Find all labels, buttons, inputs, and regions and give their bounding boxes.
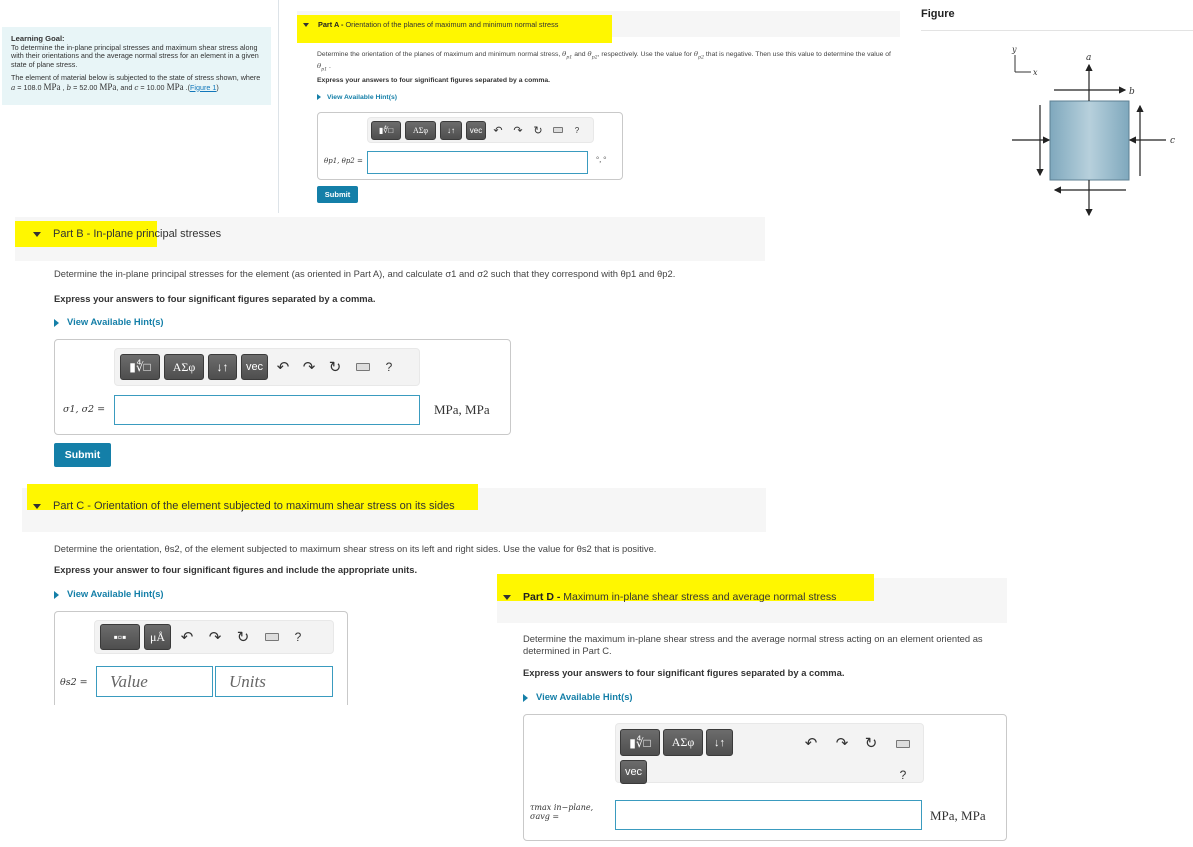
figure-title: Figure: [921, 8, 955, 20]
label-a: a: [1086, 53, 1091, 63]
part-c-answer-label: θs2 =: [60, 677, 88, 688]
reset-icon[interactable]: ↻: [863, 734, 879, 752]
part-b-answer-label: σ1, σ2 =: [63, 404, 106, 415]
part-b-submit-button[interactable]: Submit: [54, 443, 111, 467]
greek-button[interactable]: ΑΣφ: [405, 120, 436, 140]
part-a-question: Determine the orientation of the planes …: [317, 50, 891, 73]
collapse-triangle-icon: [33, 503, 41, 509]
help-icon[interactable]: ?: [897, 768, 909, 782]
help-icon[interactable]: ?: [289, 630, 307, 644]
arrows-button[interactable]: ↓↑: [440, 120, 462, 140]
collapse-triangle-icon: [303, 23, 309, 28]
learning-goal-panel: Learning Goal: To determine the in-plane…: [2, 27, 271, 105]
part-d-answer-label: τmax in−plane, σavg =: [530, 803, 594, 821]
keyboard-icon[interactable]: [350, 363, 376, 371]
part-d-math-toolbar: ▮∜□ ΑΣφ ↓↑ vec ↶ ↷ ↻ ?: [615, 723, 924, 784]
label-b: b: [1129, 87, 1135, 97]
part-c-units-toolbar: ▪▫▪ μÅ ↶ ↷ ↻ ?: [94, 620, 334, 654]
part-a-hint-link[interactable]: View Available Hint(s): [317, 94, 397, 101]
units-button[interactable]: μÅ: [144, 624, 171, 650]
redo-icon[interactable]: ↷: [510, 124, 526, 137]
part-b-hint-link[interactable]: View Available Hint(s): [54, 316, 164, 327]
expand-arrow-icon: [54, 318, 59, 327]
part-a-math-toolbar: ▮∜□ ΑΣφ ↓↑ vec ↶ ↷ ↻ ?: [367, 117, 594, 143]
given-values: The element of material below is subject…: [11, 72, 261, 92]
redo-icon[interactable]: ↷: [298, 358, 320, 376]
part-b-math-toolbar: ▮∜□ ΑΣφ ↓↑ vec ↶ ↷ ↻ ?: [114, 348, 420, 386]
expand-arrow-icon: [523, 693, 528, 702]
stress-element-figure: y x a b c: [1011, 45, 1175, 217]
axis-x-label: x: [1033, 68, 1038, 77]
vec-button[interactable]: vec: [620, 760, 647, 784]
collapse-triangle-icon: [503, 594, 511, 600]
column-divider: [278, 0, 279, 213]
part-c-units-input[interactable]: Units: [215, 666, 333, 697]
arrows-button[interactable]: ↓↑: [208, 354, 237, 380]
undo-icon[interactable]: ↶: [803, 734, 819, 752]
part-b-instruction: Express your answers to four significant…: [54, 293, 376, 304]
undo-icon[interactable]: ↶: [272, 358, 294, 376]
keyboard-icon[interactable]: [550, 127, 566, 133]
redo-icon[interactable]: ↷: [834, 734, 850, 752]
part-d-units: MPa, MPa: [930, 808, 986, 823]
part-a-instruction: Express your answers to four significant…: [317, 77, 551, 84]
arrows-button[interactable]: ↓↑: [706, 729, 733, 756]
part-c-value-input[interactable]: Value: [96, 666, 213, 697]
undo-icon[interactable]: ↶: [175, 628, 199, 646]
keyboard-icon[interactable]: [259, 633, 285, 641]
vec-button[interactable]: vec: [241, 354, 268, 380]
help-icon[interactable]: ?: [380, 360, 398, 374]
part-b-answer-input[interactable]: [114, 395, 420, 425]
expand-arrow-icon: [54, 590, 59, 599]
axis-y-label: y: [1011, 45, 1017, 54]
part-c-question: Determine the orientation, θs2, of the e…: [54, 543, 657, 554]
part-d-hint-link[interactable]: View Available Hint(s): [523, 691, 633, 702]
keyboard-icon[interactable]: [894, 740, 912, 748]
label-c: c: [1170, 136, 1175, 146]
figure-link[interactable]: Figure 1: [190, 83, 216, 92]
reset-icon[interactable]: ↻: [530, 124, 546, 137]
part-c-hint-link[interactable]: View Available Hint(s): [54, 588, 164, 599]
part-c-header[interactable]: Part C - Orientation of the element subj…: [33, 500, 455, 512]
units-templates-button[interactable]: ▪▫▪: [100, 624, 140, 650]
part-d-question: Determine the maximum in-plane shear str…: [523, 633, 983, 656]
redo-icon[interactable]: ↷: [203, 628, 227, 646]
help-icon[interactable]: ?: [570, 126, 584, 135]
axes-icon: [1014, 55, 1031, 73]
stress-element: [1049, 100, 1130, 181]
part-a-header[interactable]: Part A - Orientation of the planes of ma…: [303, 20, 558, 29]
part-b-question: Determine the in-plane principal stresse…: [54, 268, 676, 279]
part-d-instruction: Express your answers to four significant…: [523, 667, 845, 678]
part-c-instruction: Express your answer to four significant …: [54, 564, 418, 575]
part-d-header[interactable]: Part D - Maximum in-plane shear stress a…: [503, 591, 836, 603]
collapse-triangle-icon: [33, 231, 41, 237]
learning-goal-text: To determine the in-plane principal stre…: [11, 42, 259, 70]
greek-button[interactable]: ΑΣφ: [663, 729, 703, 756]
part-d-answer-input[interactable]: [615, 800, 922, 830]
templates-button[interactable]: ▮∜□: [120, 354, 160, 380]
part-b-units: MPa, MPa: [434, 402, 490, 417]
part-a-answer-label: θp1, θp2 =: [324, 157, 363, 165]
reset-icon[interactable]: ↻: [324, 358, 346, 376]
vec-button[interactable]: vec: [466, 120, 486, 140]
expand-arrow-icon: [317, 94, 321, 101]
part-b-header[interactable]: Part B - In-plane principal stresses: [33, 228, 221, 240]
part-a-units: °, °: [596, 155, 607, 164]
part-a-answer-input[interactable]: [367, 151, 588, 174]
undo-icon[interactable]: ↶: [490, 124, 506, 137]
greek-button[interactable]: ΑΣφ: [164, 354, 204, 380]
templates-button[interactable]: ▮∜□: [371, 120, 401, 140]
figure-divider: [921, 30, 1193, 31]
reset-icon[interactable]: ↻: [231, 628, 255, 646]
part-a-submit-button[interactable]: Submit: [317, 186, 358, 203]
templates-button[interactable]: ▮∜□: [620, 729, 660, 756]
